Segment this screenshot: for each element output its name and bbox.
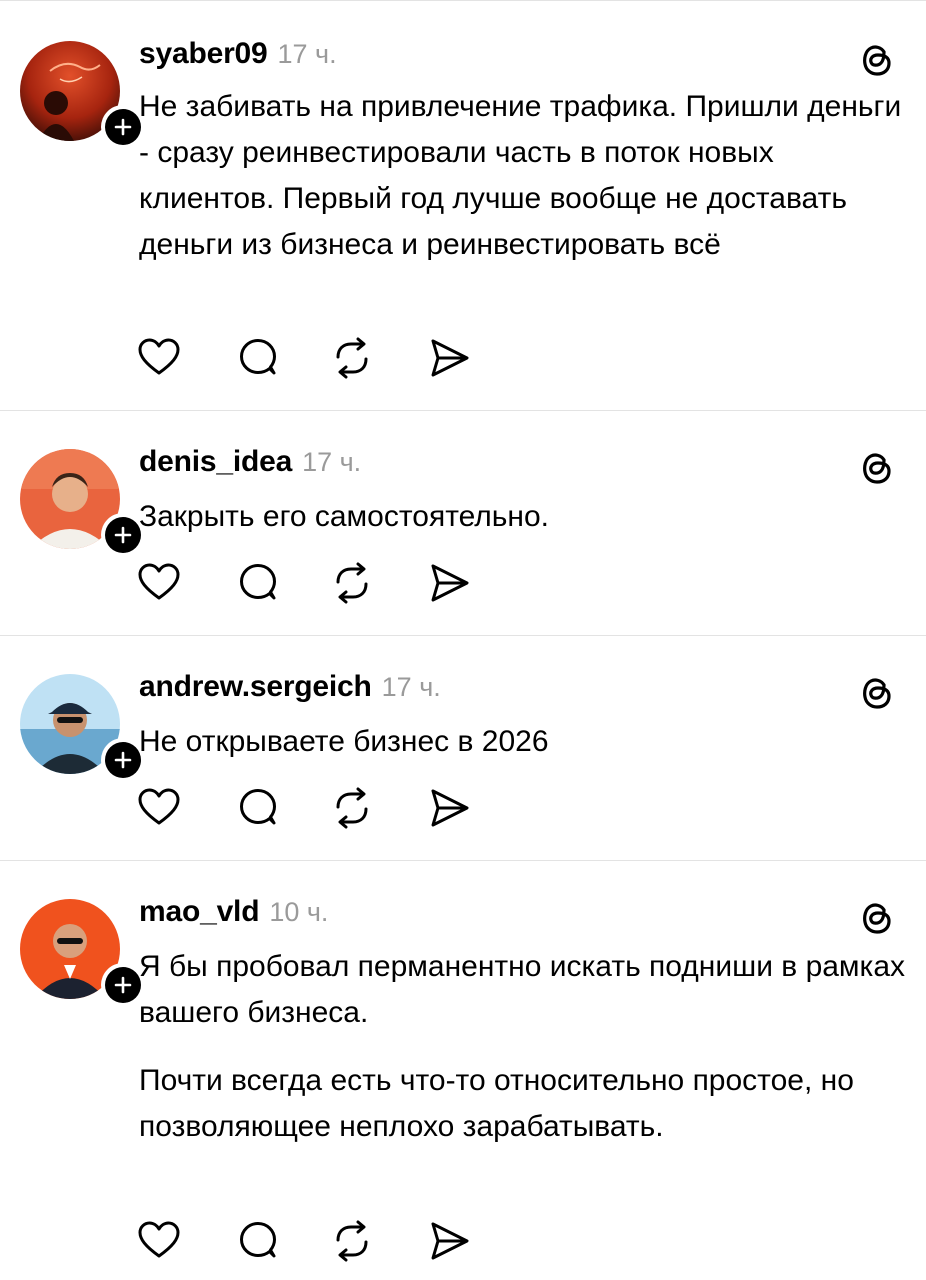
- plus-icon: [105, 967, 141, 1003]
- thread-post-3: andrew.sergeich 17 ч. Не открываете бизн…: [0, 636, 926, 861]
- threads-logo-icon[interactable]: [857, 447, 897, 487]
- action-bar: [137, 561, 477, 605]
- username[interactable]: mao_vld: [139, 895, 260, 929]
- comment-icon[interactable]: [236, 786, 280, 830]
- post-header: andrew.sergeich 17 ч.: [139, 670, 441, 706]
- heart-icon[interactable]: [137, 1219, 181, 1263]
- thread-post-1: syaber09 17 ч. Не забивать на привлечени…: [0, 1, 926, 411]
- username[interactable]: denis_idea: [139, 445, 292, 479]
- heart-icon[interactable]: [137, 561, 181, 605]
- post-header: denis_idea 17 ч.: [139, 445, 361, 481]
- repost-icon[interactable]: [330, 561, 374, 605]
- post-text: Закрыть его самостоятельно.: [139, 500, 550, 533]
- plus-icon: [105, 517, 141, 553]
- plus-icon: [105, 109, 141, 145]
- comment-icon[interactable]: [236, 561, 280, 605]
- action-bar: [137, 1219, 477, 1263]
- timestamp: 17 ч.: [302, 447, 362, 477]
- repost-icon[interactable]: [330, 1219, 374, 1263]
- username[interactable]: andrew.sergeich: [139, 670, 372, 704]
- thread-post-2: denis_idea 17 ч. Закрыть его самостоятел…: [0, 411, 926, 636]
- post-text: Не открываете бизнес в 2026: [139, 725, 549, 758]
- threads-logo-icon[interactable]: [857, 39, 897, 79]
- username[interactable]: syaber09: [139, 37, 268, 71]
- share-icon[interactable]: [427, 336, 471, 380]
- threads-logo-icon[interactable]: [857, 897, 897, 937]
- avatar-wrap[interactable]: [20, 674, 145, 782]
- avatar-wrap[interactable]: [20, 41, 145, 149]
- heart-icon[interactable]: [137, 336, 181, 380]
- threads-logo-icon[interactable]: [857, 672, 897, 712]
- timestamp: 10 ч.: [269, 897, 329, 927]
- repost-icon[interactable]: [330, 336, 374, 380]
- share-icon[interactable]: [427, 1219, 471, 1263]
- plus-icon: [105, 742, 141, 778]
- heart-icon[interactable]: [137, 786, 181, 830]
- post-header: mao_vld 10 ч.: [139, 895, 328, 931]
- avatar-wrap[interactable]: [20, 449, 145, 557]
- timestamp: 17 ч.: [277, 39, 337, 69]
- comment-icon[interactable]: [236, 336, 280, 380]
- timestamp: 17 ч.: [381, 672, 441, 702]
- action-bar: [137, 336, 477, 380]
- post-text: Я бы пробовал перманентно искать подниши…: [139, 950, 906, 1029]
- repost-icon[interactable]: [330, 786, 374, 830]
- post-text: Не забивать на привлечение трафика. Приш…: [139, 90, 902, 261]
- share-icon[interactable]: [427, 561, 471, 605]
- share-icon[interactable]: [427, 786, 471, 830]
- thread-post-4: mao_vld 10 ч. Я бы пробовал перманентно …: [0, 861, 926, 1280]
- comment-icon[interactable]: [236, 1219, 280, 1263]
- action-bar: [137, 786, 477, 830]
- avatar-wrap[interactable]: [20, 899, 145, 1007]
- post-header: syaber09 17 ч.: [139, 37, 337, 73]
- post-text-paragraph-2: Почти всегда есть что-то относительно пр…: [139, 1064, 854, 1143]
